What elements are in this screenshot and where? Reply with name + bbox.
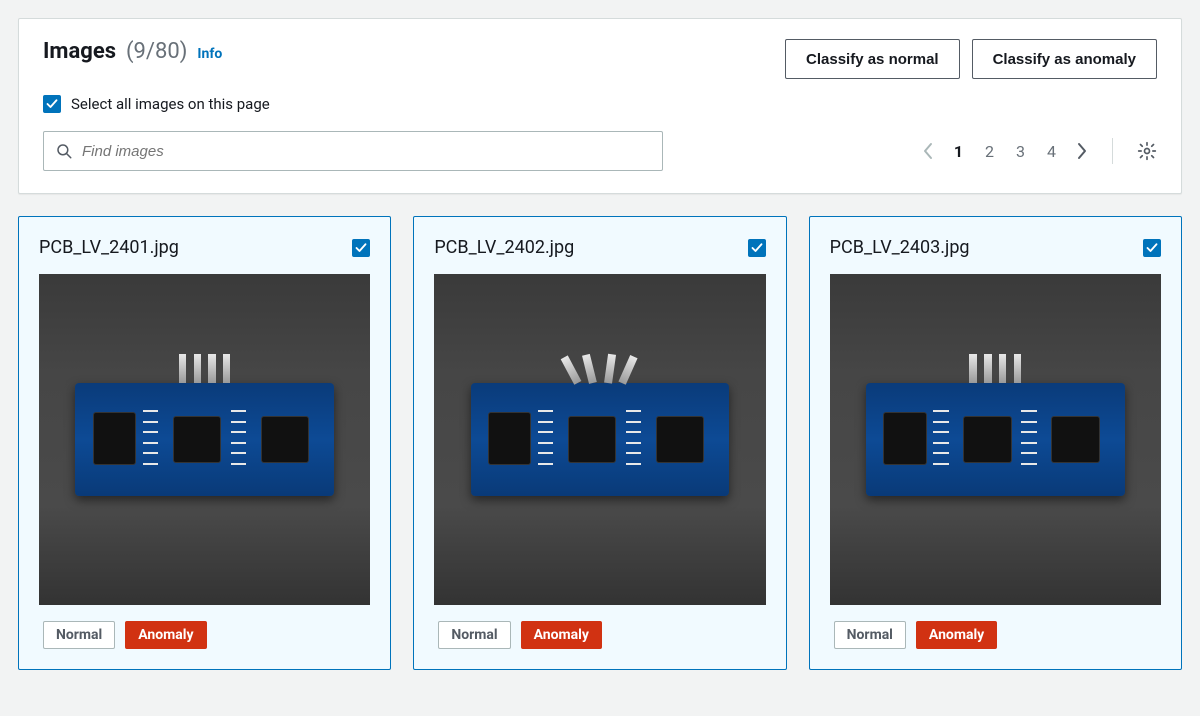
image-thumbnail[interactable] bbox=[830, 274, 1161, 605]
header-top-row: Images (9/80) Info Classify as normal Cl… bbox=[43, 39, 1157, 79]
image-thumbnail[interactable] bbox=[39, 274, 370, 605]
search-pagination-row: 1 2 3 4 bbox=[43, 131, 1157, 171]
pcb-pins bbox=[574, 354, 626, 383]
image-cards-grid: PCB_LV_2401.jpg Normal Anomaly PCB_LV_24… bbox=[18, 216, 1182, 670]
card-filename: PCB_LV_2402.jpg bbox=[434, 237, 574, 258]
anomaly-tag-button[interactable]: Anomaly bbox=[125, 621, 206, 649]
label-row: Normal Anomaly bbox=[434, 621, 765, 649]
page-4[interactable]: 4 bbox=[1045, 140, 1058, 163]
card-checkbox[interactable] bbox=[748, 239, 766, 257]
info-link[interactable]: Info bbox=[197, 46, 222, 62]
normal-tag-button[interactable]: Normal bbox=[834, 621, 906, 649]
check-icon bbox=[355, 242, 367, 254]
card-header: PCB_LV_2403.jpg bbox=[830, 237, 1161, 258]
search-wrap bbox=[43, 131, 663, 171]
image-count: (9/80) bbox=[126, 39, 187, 64]
right-controls: 1 2 3 4 bbox=[922, 138, 1157, 164]
page-2[interactable]: 2 bbox=[983, 140, 996, 163]
pcb-graphic bbox=[471, 383, 729, 496]
chevron-left-icon bbox=[922, 142, 934, 160]
select-all-checkbox[interactable] bbox=[43, 95, 61, 113]
search-input[interactable] bbox=[43, 131, 663, 171]
search-icon bbox=[55, 142, 73, 160]
card-header: PCB_LV_2402.jpg bbox=[434, 237, 765, 258]
image-card[interactable]: PCB_LV_2401.jpg Normal Anomaly bbox=[18, 216, 391, 670]
classify-button-row: Classify as normal Classify as anomaly bbox=[785, 39, 1157, 79]
label-row: Normal Anomaly bbox=[39, 621, 370, 649]
page-title: Images bbox=[43, 39, 116, 64]
pagination: 1 2 3 4 bbox=[922, 140, 1088, 163]
pagination-next[interactable] bbox=[1076, 142, 1088, 160]
classify-anomaly-button[interactable]: Classify as anomaly bbox=[972, 39, 1157, 79]
chevron-right-icon bbox=[1076, 142, 1088, 160]
images-header-panel: Images (9/80) Info Classify as normal Cl… bbox=[18, 18, 1182, 194]
select-all-label: Select all images on this page bbox=[71, 95, 270, 113]
image-card[interactable]: PCB_LV_2403.jpg Normal Anomaly bbox=[809, 216, 1182, 670]
anomaly-tag-button[interactable]: Anomaly bbox=[916, 621, 997, 649]
normal-tag-button[interactable]: Normal bbox=[438, 621, 510, 649]
classify-normal-button[interactable]: Classify as normal bbox=[785, 39, 960, 79]
pcb-graphic bbox=[866, 383, 1124, 496]
page-1[interactable]: 1 bbox=[952, 140, 965, 163]
pcb-pins bbox=[969, 354, 1021, 383]
image-card[interactable]: PCB_LV_2402.jpg Normal Anomaly bbox=[413, 216, 786, 670]
controls-divider bbox=[1112, 138, 1113, 164]
card-filename: PCB_LV_2403.jpg bbox=[830, 237, 970, 258]
card-checkbox[interactable] bbox=[352, 239, 370, 257]
card-filename: PCB_LV_2401.jpg bbox=[39, 237, 179, 258]
normal-tag-button[interactable]: Normal bbox=[43, 621, 115, 649]
check-icon bbox=[1146, 242, 1158, 254]
pagination-prev bbox=[922, 142, 934, 160]
select-all-row: Select all images on this page bbox=[43, 95, 1157, 113]
page-3[interactable]: 3 bbox=[1014, 140, 1027, 163]
card-header: PCB_LV_2401.jpg bbox=[39, 237, 370, 258]
card-checkbox[interactable] bbox=[1143, 239, 1161, 257]
check-icon bbox=[751, 242, 763, 254]
check-icon bbox=[46, 98, 58, 110]
settings-gear-icon[interactable] bbox=[1137, 141, 1157, 161]
anomaly-tag-button[interactable]: Anomaly bbox=[521, 621, 602, 649]
label-row: Normal Anomaly bbox=[830, 621, 1161, 649]
pcb-pins bbox=[179, 354, 231, 383]
pcb-graphic bbox=[75, 383, 333, 496]
image-thumbnail[interactable] bbox=[434, 274, 765, 605]
title-group: Images (9/80) Info bbox=[43, 39, 222, 64]
